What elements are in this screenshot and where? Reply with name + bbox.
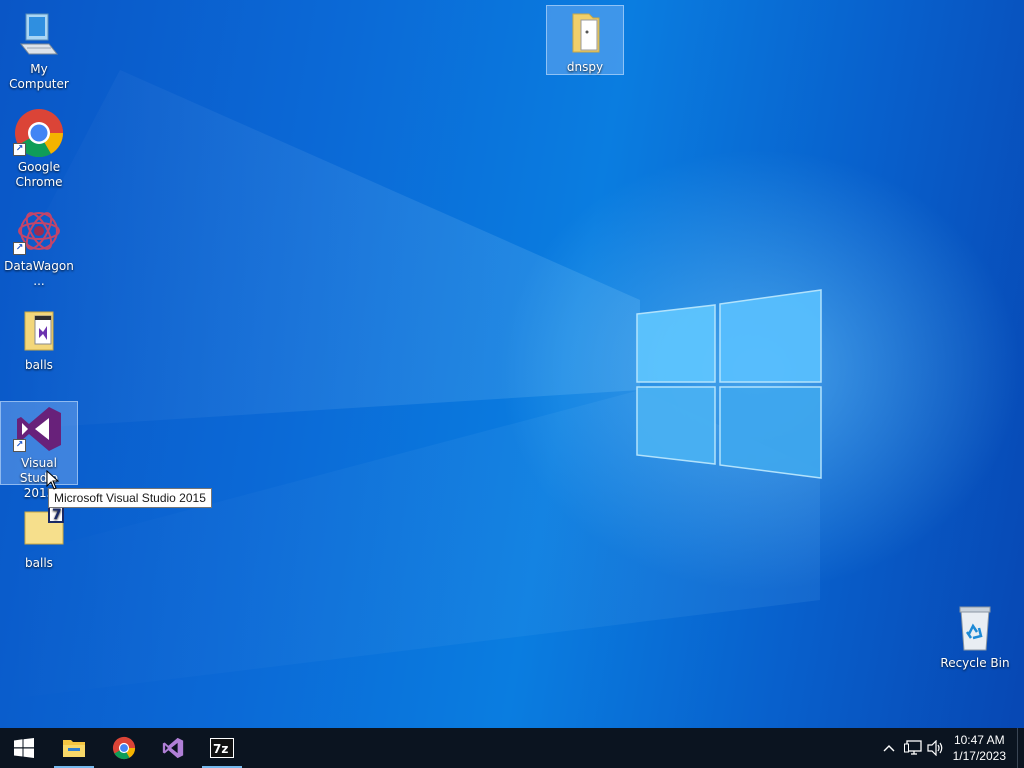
visual-studio-icon <box>162 737 184 759</box>
desktop-icon-datawagon[interactable]: ↗ DataWagon... <box>1 205 77 289</box>
shortcut-arrow-icon: ↗ <box>13 439 26 452</box>
chrome-icon: ↗ <box>13 108 65 158</box>
computer-icon <box>13 10 65 60</box>
mouse-cursor-icon <box>46 470 60 490</box>
clock-time: 10:47 AM <box>953 733 1005 747</box>
taskbar: 7z 10:47 AM 1/17/2023 <box>0 728 1024 768</box>
start-button[interactable] <box>0 728 48 768</box>
desktop-icon-visual-studio[interactable]: ↗ Visual Studio 2015 <box>0 401 78 500</box>
desktop-icon-label: balls <box>25 556 53 570</box>
file-explorer-icon <box>63 740 85 757</box>
desktop-icon-label: balls <box>25 358 53 372</box>
7zip-folder-icon: 7 <box>13 503 65 554</box>
desktop-icon-balls-archive[interactable]: 7 balls <box>1 502 77 571</box>
folder-icon <box>559 8 611 58</box>
network-icon <box>904 740 922 755</box>
desktop-icon-label: My Computer <box>9 62 69 91</box>
svg-text:7: 7 <box>52 507 62 523</box>
desktop-icon-google-chrome[interactable]: ↗ Google Chrome <box>1 106 77 190</box>
datawagon-icon: ↗ <box>13 207 65 257</box>
desktop-icon-label: DataWagon... <box>4 259 74 288</box>
show-hidden-icons-button[interactable] <box>879 738 899 758</box>
taskbar-7zip[interactable]: 7z <box>198 728 246 768</box>
windows-logo <box>636 289 822 479</box>
tooltip: Microsoft Visual Studio 2015 <box>48 488 212 508</box>
desktop-icon-label: Google Chrome <box>15 160 63 189</box>
system-clock[interactable]: 10:47 AM 1/17/2023 <box>953 732 1006 764</box>
recycle-bin-icon <box>949 604 1001 654</box>
svg-text:7z: 7z <box>213 742 228 756</box>
desktop-icon-dnspy[interactable]: dnspy <box>546 5 624 75</box>
shortcut-arrow-icon: ↗ <box>13 242 26 255</box>
desktop-icon-label: Recycle Bin <box>940 656 1010 670</box>
desktop-icon-my-computer[interactable]: My Computer <box>1 8 77 92</box>
taskbar-file-explorer[interactable] <box>50 728 98 768</box>
volume-icon <box>927 740 943 756</box>
start-icon <box>14 738 34 758</box>
chevron-up-icon <box>883 745 895 752</box>
shortcut-arrow-icon: ↗ <box>13 143 26 156</box>
desktop[interactable]: My Computer ↗ Google Chrome ↗ DataWagon.… <box>0 0 1024 728</box>
desktop-icon-recycle-bin[interactable]: Recycle Bin <box>937 602 1013 671</box>
taskbar-visual-studio[interactable] <box>149 728 197 768</box>
clock-date: 1/17/2023 <box>952 749 1006 763</box>
taskbar-chrome[interactable] <box>100 728 148 768</box>
7zip-icon: 7z <box>210 738 234 758</box>
visual-studio-icon: ↗ <box>13 404 65 454</box>
network-button[interactable] <box>903 738 923 758</box>
desktop-icon-label: dnspy <box>566 60 604 74</box>
volume-button[interactable] <box>926 738 946 758</box>
desktop-icon-balls-folder[interactable]: balls <box>1 304 77 373</box>
vs-folder-icon <box>13 306 65 356</box>
wallpaper-light-beams <box>0 70 822 700</box>
show-desktop-button[interactable] <box>1017 728 1024 768</box>
chrome-icon <box>112 736 136 760</box>
